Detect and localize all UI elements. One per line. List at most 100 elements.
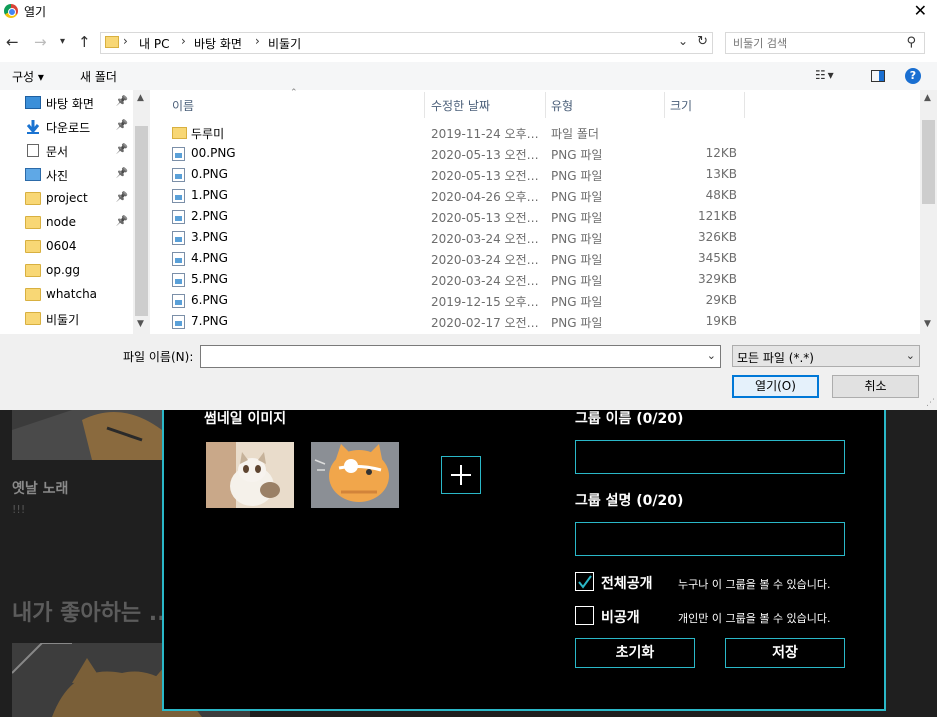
file-row[interactable]: 4.PNG 2020-03-24 오전 ... PNG 파일 345KB bbox=[150, 248, 920, 269]
column-separator[interactable] bbox=[664, 92, 665, 118]
column-header-modified[interactable]: 수정한 날짜 bbox=[431, 97, 490, 114]
file-row[interactable]: 6.PNG 2019-12-15 오후 ... PNG 파일 29KB bbox=[150, 290, 920, 311]
file-name: 0.PNG bbox=[191, 167, 228, 181]
search-box[interactable]: ⚲ bbox=[725, 32, 925, 54]
recent-locations-chevron-icon[interactable]: ▾ bbox=[60, 36, 65, 47]
png-file-icon bbox=[172, 273, 185, 287]
public-description: 누구나 이 그룹을 볼 수 있습니다. bbox=[678, 578, 831, 591]
column-header-name[interactable]: 이름 bbox=[172, 97, 194, 114]
file-size: 13KB bbox=[705, 167, 737, 181]
up-arrow-icon[interactable]: ↑ bbox=[78, 33, 91, 51]
column-header-size[interactable]: 크기 bbox=[670, 97, 692, 114]
breadcrumb-separator[interactable]: › bbox=[181, 34, 186, 48]
resize-grip-icon[interactable]: ⋰ bbox=[926, 398, 935, 408]
private-description: 개인만 이 그룹을 볼 수 있습니다. bbox=[678, 612, 831, 625]
file-row[interactable]: 00.PNG 2020-05-13 오전 ... PNG 파일 12KB bbox=[150, 143, 920, 164]
breadcrumb-this-pc[interactable]: 내 PC bbox=[139, 35, 169, 52]
scroll-down-arrow-icon[interactable]: ▼ bbox=[137, 319, 144, 329]
column-header-type[interactable]: 유형 bbox=[551, 97, 573, 114]
chevron-down-icon[interactable]: ⌄ bbox=[707, 349, 716, 362]
group-name-input[interactable] bbox=[575, 440, 845, 474]
view-options-icon[interactable]: ☷ ▾ bbox=[815, 68, 834, 82]
dialog-title: 열기 bbox=[24, 5, 47, 19]
back-arrow-icon[interactable]: ← bbox=[6, 33, 19, 51]
column-separator[interactable] bbox=[424, 92, 425, 118]
nav-item[interactable]: 바탕 화면 📌 bbox=[0, 92, 132, 114]
file-date: 2020-05-13 오전 ... bbox=[431, 211, 539, 225]
add-thumbnail-button[interactable] bbox=[441, 456, 481, 494]
nav-item-label: whatcha bbox=[46, 287, 98, 301]
nav-item[interactable]: whatcha bbox=[0, 284, 132, 306]
file-type: PNG 파일 bbox=[551, 253, 603, 267]
refresh-icon[interactable]: ↻ bbox=[697, 34, 708, 49]
song-title[interactable]: 옛날 노래 bbox=[12, 478, 68, 498]
file-row[interactable]: 1.PNG 2020-04-26 오후 ... PNG 파일 48KB bbox=[150, 185, 920, 206]
new-folder-button[interactable]: 새 폴더 bbox=[80, 68, 117, 85]
group-desc-input[interactable] bbox=[575, 522, 845, 556]
scroll-down-arrow-icon[interactable]: ▼ bbox=[924, 319, 931, 329]
breadcrumb-desktop[interactable]: 바탕 화면 bbox=[194, 35, 242, 52]
breadcrumb-separator[interactable]: › bbox=[255, 34, 260, 48]
nav-item[interactable]: node 📌 bbox=[0, 212, 132, 234]
document-icon bbox=[27, 144, 39, 157]
file-row[interactable]: 3.PNG 2020-03-24 오전 ... PNG 파일 326KB bbox=[150, 227, 920, 248]
scrollbar-thumb[interactable] bbox=[135, 126, 148, 316]
public-checkbox[interactable] bbox=[575, 572, 594, 591]
file-row[interactable]: 0.PNG 2020-05-13 오전 ... PNG 파일 13KB bbox=[150, 164, 920, 185]
scroll-up-arrow-icon[interactable]: ▲ bbox=[137, 93, 144, 103]
filename-combobox[interactable]: ⌄ bbox=[200, 345, 721, 368]
close-icon[interactable]: ✕ bbox=[914, 1, 927, 20]
file-row[interactable]: 2.PNG 2020-05-13 오전 ... PNG 파일 121KB bbox=[150, 206, 920, 227]
reset-button[interactable]: 초기화 bbox=[575, 638, 695, 668]
nav-item[interactable]: 0604 bbox=[0, 236, 132, 258]
column-separator[interactable] bbox=[545, 92, 546, 118]
file-scrollbar[interactable]: ▲ ▼ bbox=[920, 90, 937, 334]
picture-icon bbox=[25, 168, 41, 181]
folder-icon bbox=[25, 288, 41, 301]
nav-scrollbar[interactable]: ▲ ▼ bbox=[133, 90, 150, 334]
column-separator[interactable] bbox=[744, 92, 745, 118]
nav-item[interactable]: 문서 📌 bbox=[0, 140, 132, 162]
png-file-icon bbox=[172, 315, 185, 329]
scroll-up-arrow-icon[interactable]: ▲ bbox=[924, 93, 931, 103]
file-row[interactable]: 두루미 2019-11-24 오후 ... 파일 폴더 bbox=[150, 122, 920, 143]
organize-menu[interactable]: 구성 ▾ bbox=[12, 68, 44, 85]
cancel-button[interactable]: 취소 bbox=[832, 375, 919, 398]
breadcrumb-current-folder[interactable]: 비둘기 bbox=[268, 35, 301, 52]
nav-item-label: op.gg bbox=[46, 263, 81, 277]
thumbnail-option-2[interactable] bbox=[311, 442, 399, 508]
file-name: 1.PNG bbox=[191, 188, 228, 202]
dialog-titlebar[interactable]: 열기 ✕ bbox=[0, 0, 937, 24]
navigation-pane: 바탕 화면 📌 다운로드 📌 문서 📌 사진 📌 project 📌 node 📌 0604 op.gg w… bbox=[0, 90, 150, 334]
preview-pane-icon[interactable] bbox=[871, 70, 885, 82]
file-date: 2019-11-24 오후 ... bbox=[431, 127, 539, 141]
nav-item[interactable]: op.gg bbox=[0, 260, 132, 282]
chevron-down-icon[interactable]: ⌄ bbox=[906, 349, 915, 362]
file-row[interactable]: 7.PNG 2020-02-17 오전 ... PNG 파일 19KB bbox=[150, 311, 920, 332]
filename-input[interactable] bbox=[201, 346, 696, 367]
forward-arrow-icon[interactable]: → bbox=[34, 33, 47, 51]
address-dropdown-icon[interactable]: ⌄ bbox=[678, 34, 688, 48]
file-type: PNG 파일 bbox=[551, 295, 603, 309]
search-icon[interactable]: ⚲ bbox=[906, 35, 916, 50]
private-checkbox[interactable] bbox=[575, 606, 594, 625]
filetype-select[interactable]: 모든 파일 (*.*) ⌄ bbox=[732, 345, 920, 367]
file-name: 2.PNG bbox=[191, 209, 228, 223]
nav-item[interactable]: 비둘기 bbox=[0, 308, 132, 330]
scrollbar-thumb[interactable] bbox=[922, 120, 935, 204]
file-size: 48KB bbox=[705, 188, 737, 202]
help-icon[interactable]: ? bbox=[905, 68, 921, 84]
save-button[interactable]: 저장 bbox=[725, 638, 845, 668]
nav-item[interactable]: project 📌 bbox=[0, 188, 132, 210]
cartoon-cat-image bbox=[311, 442, 399, 508]
thumbnail-option-1[interactable] bbox=[206, 442, 294, 508]
search-input[interactable] bbox=[727, 34, 897, 52]
file-row[interactable]: 5.PNG 2020-03-24 오전 ... PNG 파일 329KB bbox=[150, 269, 920, 290]
breadcrumb-separator[interactable]: › bbox=[123, 34, 128, 48]
nav-item[interactable]: 사진 📌 bbox=[0, 164, 132, 186]
open-button[interactable]: 열기(O) bbox=[732, 375, 819, 398]
address-bar[interactable]: › 내 PC › 바탕 화면 › 비둘기 ⌄ ↻ bbox=[100, 32, 713, 54]
background-thumbnail-top[interactable] bbox=[12, 410, 162, 460]
file-name: 4.PNG bbox=[191, 251, 228, 265]
nav-item[interactable]: 다운로드 📌 bbox=[0, 116, 132, 138]
